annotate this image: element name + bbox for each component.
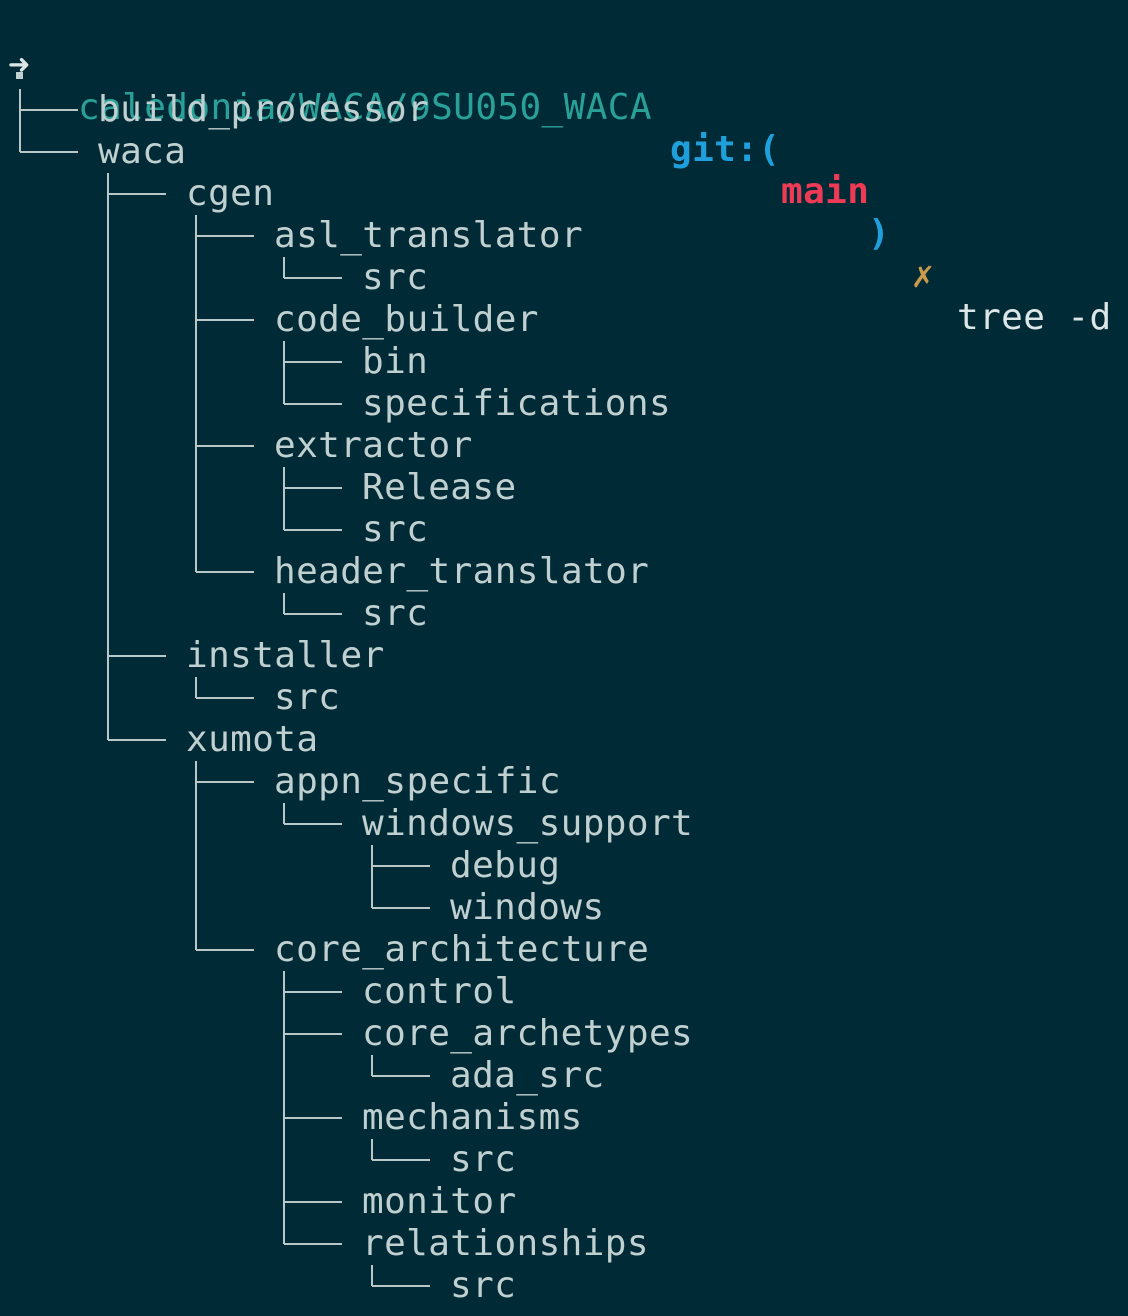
- directory-name: windows: [450, 887, 605, 928]
- directory-name: xumota: [186, 719, 319, 760]
- directory-name: mechanisms: [362, 1097, 583, 1138]
- directory-name: bin: [362, 341, 429, 382]
- directory-name: src: [450, 1139, 517, 1180]
- directory-name: debug: [450, 845, 561, 886]
- directory-name: core_architecture: [274, 929, 650, 970]
- directory-name: installer: [186, 635, 385, 676]
- directory-name: specifications: [362, 383, 672, 424]
- directory-name: header_translator: [274, 551, 650, 592]
- directory-name: src: [362, 509, 429, 550]
- directory-name: src: [274, 677, 341, 718]
- directory-name: code_builder: [274, 299, 539, 340]
- directory-name: relationships: [362, 1223, 649, 1264]
- directory-name: windows_support: [362, 803, 694, 844]
- directory-name: src: [362, 593, 429, 634]
- directory-name: extractor: [274, 425, 473, 466]
- directory-name: ada_src: [450, 1055, 605, 1096]
- directory-name: appn_specific: [274, 761, 561, 802]
- directory-name: waca: [98, 131, 187, 172]
- directory-name: Release: [362, 467, 517, 508]
- directory-name: monitor: [362, 1181, 517, 1222]
- directory-name: src: [362, 257, 429, 298]
- directory-name: core_archetypes: [362, 1013, 694, 1054]
- directory-name: cgen: [186, 173, 275, 214]
- directory-name: control: [362, 971, 517, 1012]
- directory-name: src: [450, 1265, 517, 1306]
- terminal-window[interactable]: ➜ caledonia/WACA/9SU050_WACA git:( main …: [0, 0, 1128, 1316]
- directory-name: build_processor: [98, 89, 430, 130]
- directory-name: asl_translator: [274, 215, 584, 256]
